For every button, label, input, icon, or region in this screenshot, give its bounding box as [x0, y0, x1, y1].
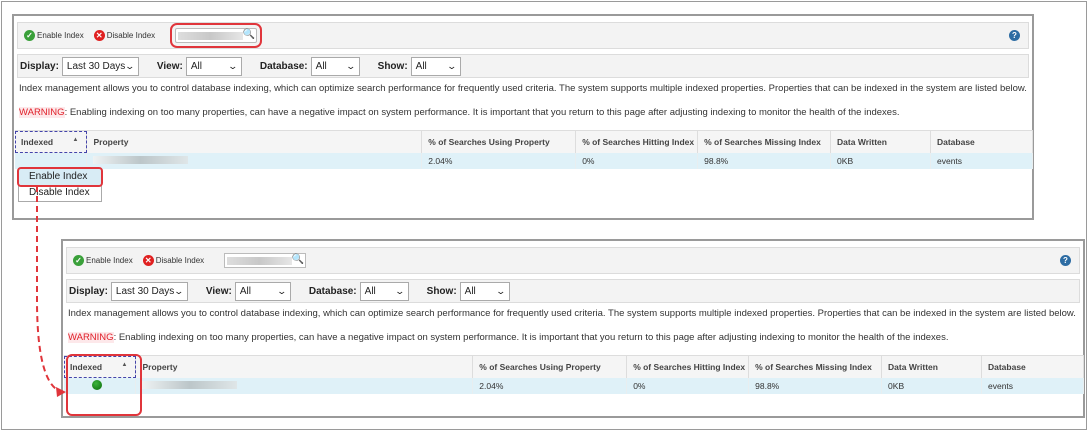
callout-arrow	[36, 186, 66, 397]
